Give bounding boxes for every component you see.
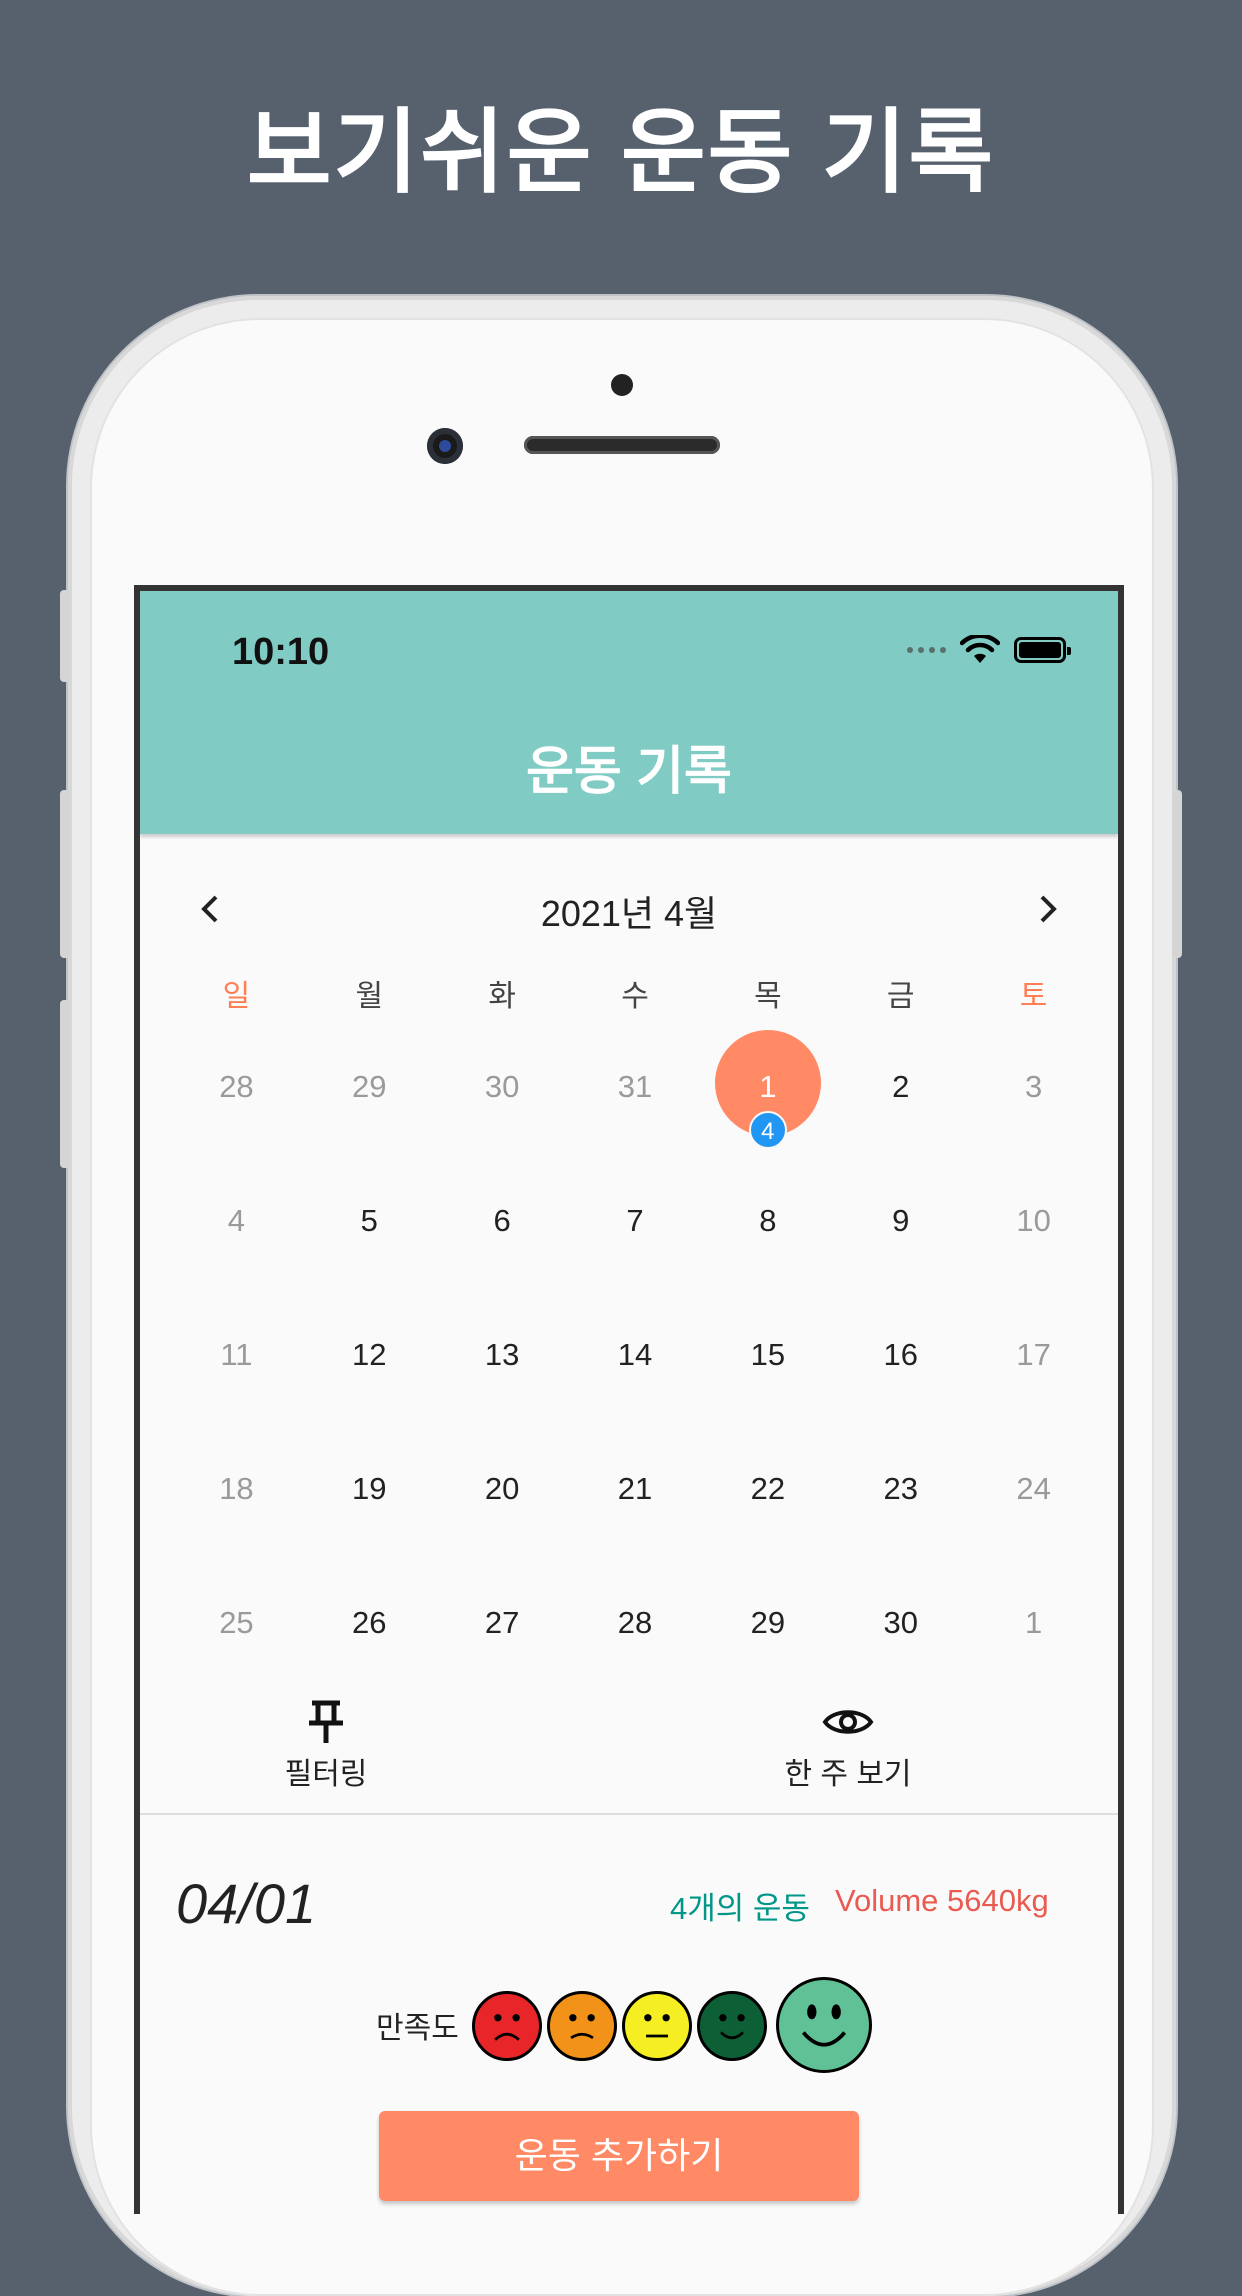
weekday-label: 금 xyxy=(886,980,915,1013)
weekday-label: 월 xyxy=(355,980,384,1013)
earpiece-speaker xyxy=(524,436,720,454)
calendar-day-selected[interactable]: 1 4 xyxy=(701,1030,834,1189)
eye-icon xyxy=(822,1710,874,1734)
calendar-day[interactable]: 29 xyxy=(303,1055,436,1189)
status-time: 10:10 xyxy=(232,631,330,673)
front-camera xyxy=(427,428,463,464)
week-view-button[interactable]: 한 주 보기 xyxy=(758,1699,938,1793)
app-bar: 10:10 운동 기록 xyxy=(140,591,1118,834)
calendar-day[interactable]: 22 xyxy=(701,1457,834,1591)
weekday-label: 화 xyxy=(488,980,516,1013)
calendar-day[interactable]: 16 xyxy=(834,1323,967,1457)
very-happy-face-icon[interactable] xyxy=(776,1977,872,2073)
weekday-label: 토 xyxy=(1019,980,1048,1013)
calendar-week: 18 19 20 21 22 23 24 xyxy=(170,1457,1100,1591)
calendar-day[interactable]: 9 xyxy=(834,1189,967,1323)
weekday-label: 수 xyxy=(621,980,649,1013)
calendar-day[interactable]: 13 xyxy=(436,1323,569,1457)
calendar-day[interactable]: 30 xyxy=(436,1055,569,1189)
app-screen: 10:10 운동 기록 2021년 4월 일 월 화 수 목 금 토 28 29… xyxy=(134,585,1124,2214)
weekday-label: 목 xyxy=(754,980,782,1013)
sad-face-icon[interactable] xyxy=(547,1991,617,2061)
headline: 보기쉬운 운동 기록 xyxy=(246,102,996,204)
calendar-day[interactable]: 8 xyxy=(701,1189,834,1323)
calendar-day[interactable]: 11 xyxy=(170,1323,303,1457)
calendar-day[interactable]: 15 xyxy=(701,1323,834,1457)
calendar-week: 4 5 6 7 8 9 10 xyxy=(170,1189,1100,1323)
add-exercise-button[interactable]: 운동 추가하기 xyxy=(379,2111,859,2201)
weekday-header: 일 월 화 수 목 금 토 xyxy=(170,971,1100,1023)
calendar-day[interactable]: 6 xyxy=(436,1189,569,1323)
calendar-week: 28 29 30 31 1 4 2 3 xyxy=(170,1030,1100,1189)
calendar-day[interactable]: 14 xyxy=(569,1323,702,1457)
calendar-day[interactable]: 10 xyxy=(967,1189,1100,1323)
volume-total: Volume 5640kg xyxy=(835,1883,1049,1918)
proximity-sensor xyxy=(611,374,633,396)
very-sad-face-icon[interactable] xyxy=(472,1991,542,2061)
happy-face-icon[interactable] xyxy=(697,1991,767,2061)
calendar-day[interactable]: 24 xyxy=(967,1457,1100,1591)
side-button xyxy=(60,590,70,682)
next-month-button[interactable] xyxy=(1018,879,1078,939)
side-button xyxy=(60,1000,70,1168)
calendar-day[interactable]: 12 xyxy=(303,1323,436,1457)
calendar-week: 11 12 13 14 15 16 17 xyxy=(170,1323,1100,1457)
calendar-day[interactable]: 21 xyxy=(569,1457,702,1591)
week-view-label: 한 주 보기 xyxy=(784,1758,912,1791)
month-header: 2021년 4월 xyxy=(140,879,1118,939)
calendar-day[interactable]: 28 xyxy=(170,1055,303,1189)
chevron-right-icon xyxy=(1040,895,1057,923)
calendar-day[interactable]: 3 xyxy=(967,1055,1100,1189)
calendar-day[interactable]: 31 xyxy=(569,1055,702,1189)
calendar-day[interactable]: 19 xyxy=(303,1457,436,1591)
neutral-face-icon[interactable] xyxy=(622,1991,692,2061)
exercise-count-badge: 4 xyxy=(748,1111,787,1149)
calendar-day[interactable]: 17 xyxy=(967,1323,1100,1457)
wifi-icon xyxy=(960,635,1000,663)
calendar-day[interactable]: 7 xyxy=(569,1189,702,1323)
selected-date: 04/01 xyxy=(176,1872,317,1935)
calendar-day[interactable]: 4 xyxy=(170,1189,303,1323)
side-button xyxy=(60,790,70,958)
pin-icon xyxy=(309,1700,343,1743)
status-icons xyxy=(907,635,1071,665)
calendar-toolbar: 필터링 한 주 보기 xyxy=(140,1699,1118,1809)
weekday-label: 일 xyxy=(222,980,251,1013)
exercise-count: 4개의 운동 xyxy=(670,1891,810,1926)
satisfaction-label: 만족도 xyxy=(376,2012,459,2045)
divider xyxy=(140,1813,1118,1815)
month-label: 2021년 4월 xyxy=(540,893,718,934)
filter-label: 필터링 xyxy=(284,1758,368,1791)
calendar-day[interactable]: 5 xyxy=(303,1189,436,1323)
calendar: 일 월 화 수 목 금 토 28 29 30 31 1 4 2 3 4 5 6 xyxy=(170,971,1100,1725)
calendar-day[interactable]: 18 xyxy=(170,1457,303,1591)
battery-icon xyxy=(1014,637,1071,663)
calendar-day[interactable]: 20 xyxy=(436,1457,569,1591)
calendar-day[interactable]: 23 xyxy=(834,1457,967,1591)
filter-button[interactable]: 필터링 xyxy=(236,1699,416,1793)
app-title: 운동 기록 xyxy=(526,743,732,801)
signal-icon xyxy=(907,647,946,653)
side-button xyxy=(1172,790,1182,958)
calendar-day[interactable]: 2 xyxy=(834,1055,967,1189)
